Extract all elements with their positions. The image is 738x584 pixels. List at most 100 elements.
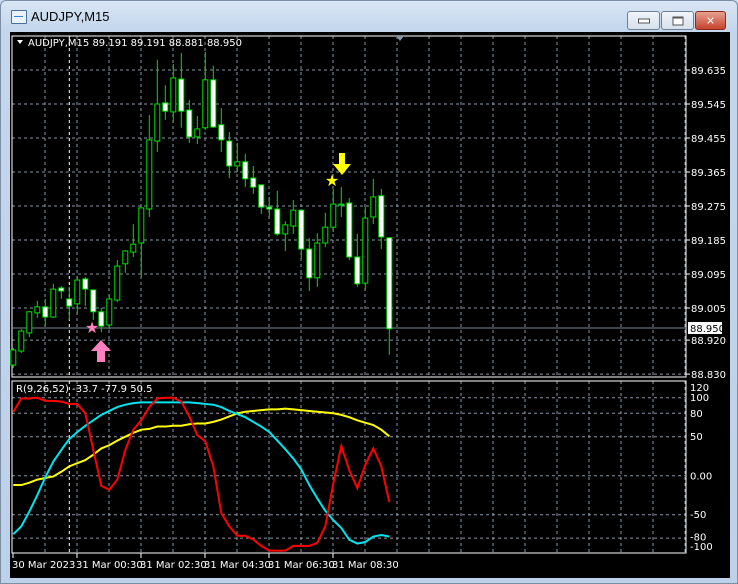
bear-candle bbox=[242, 153, 249, 188]
bear-candle bbox=[386, 237, 393, 355]
candle-body bbox=[114, 265, 121, 301]
candle-body bbox=[42, 306, 49, 318]
indicator-axis-label: 0.00 bbox=[690, 472, 712, 483]
bull-candle bbox=[26, 311, 33, 338]
sell-star-icon: ★ bbox=[325, 171, 339, 190]
indicator-axis-label: 50 bbox=[690, 432, 703, 443]
candle-body bbox=[218, 124, 225, 141]
bear-candle bbox=[90, 289, 97, 321]
bull-candle bbox=[202, 51, 209, 131]
bull-candle bbox=[130, 224, 137, 257]
buy-star-icon: ★ bbox=[85, 318, 99, 337]
bull-candle bbox=[50, 283, 57, 318]
candle-body bbox=[250, 177, 257, 188]
bull-candle bbox=[234, 142, 241, 172]
price-axis-label: 89.365 bbox=[691, 168, 726, 179]
candle-body bbox=[282, 224, 289, 235]
bear-candle bbox=[298, 209, 305, 259]
time-axis-label: 31 Mar 00:30 bbox=[76, 560, 143, 571]
price-axis-label: 89.455 bbox=[691, 134, 726, 145]
bear-candle bbox=[346, 198, 353, 261]
candle-body bbox=[274, 208, 281, 235]
candle-body bbox=[306, 248, 313, 279]
candle-body bbox=[34, 306, 41, 314]
bear-candle bbox=[58, 286, 65, 299]
bear-candle bbox=[42, 298, 49, 327]
candle-body bbox=[98, 311, 105, 327]
candle-body bbox=[226, 140, 233, 167]
bear-candle bbox=[162, 85, 169, 120]
candle-body bbox=[354, 256, 361, 285]
price-axis-label: 88.830 bbox=[691, 370, 726, 381]
bear-candle bbox=[218, 108, 225, 152]
symbol-dropdown-icon[interactable] bbox=[17, 40, 23, 44]
grid bbox=[12, 36, 686, 553]
candle-body bbox=[74, 279, 81, 305]
bull-candle bbox=[34, 300, 41, 318]
candle-body bbox=[50, 288, 57, 318]
candle-body bbox=[26, 311, 33, 334]
candle-body bbox=[242, 161, 249, 180]
candle-body bbox=[346, 202, 353, 258]
bear-candle bbox=[98, 308, 105, 333]
bull-candle bbox=[106, 294, 113, 330]
candle-body bbox=[338, 203, 345, 206]
bear-candle bbox=[178, 53, 185, 128]
candle-body bbox=[322, 226, 329, 244]
candle-body bbox=[362, 217, 369, 284]
time-axis-label: 31 Mar 02:30 bbox=[140, 560, 207, 571]
candle-body bbox=[90, 289, 97, 313]
candle-body bbox=[82, 278, 89, 290]
indicator-header: R(9,26,52) -33.7 -77.9 50.5 bbox=[16, 384, 152, 395]
bull-candle bbox=[370, 178, 377, 225]
time-axis-label: 31 Mar 08:30 bbox=[332, 560, 399, 571]
candle-body bbox=[138, 207, 145, 244]
candle-body bbox=[386, 237, 393, 330]
bull-candle bbox=[18, 329, 25, 353]
candle-body bbox=[186, 109, 193, 138]
bear-candle bbox=[210, 65, 217, 128]
candle-body bbox=[266, 206, 273, 210]
bull-candle bbox=[170, 63, 177, 123]
price-axis-label: 88.920 bbox=[691, 336, 726, 347]
bear-candle bbox=[306, 238, 313, 291]
bull-candle bbox=[194, 116, 201, 145]
bull-candle bbox=[282, 221, 289, 251]
bear-candle bbox=[274, 190, 281, 236]
bear-candle bbox=[354, 233, 361, 287]
price-chart[interactable]: ★ ★ AUDJPY,M15 89.191 89.191 88.881 88.9… bbox=[0, 0, 738, 584]
bear-candle bbox=[250, 165, 257, 194]
price-axis-label: 89.275 bbox=[691, 202, 726, 213]
candle-body bbox=[146, 139, 153, 210]
bull-candle bbox=[290, 199, 297, 234]
bull-candle bbox=[146, 114, 153, 217]
candle-body bbox=[202, 79, 209, 129]
candle-body bbox=[122, 250, 129, 265]
bear-candle bbox=[186, 99, 193, 143]
bull-candle bbox=[114, 260, 121, 302]
candle-body bbox=[370, 196, 377, 218]
time-axis[interactable]: 30 Mar 2023 31 Mar 00:3031 Mar 02:30 31 Ma… bbox=[12, 553, 399, 571]
bear-candle bbox=[266, 196, 273, 217]
bull-candle bbox=[154, 59, 161, 152]
candle-body bbox=[10, 349, 17, 366]
bull-candle bbox=[314, 233, 321, 287]
bull-candle bbox=[10, 348, 17, 369]
bull-candle bbox=[330, 189, 337, 233]
indicator-axis-label: -50 bbox=[690, 510, 706, 521]
bull-candle bbox=[322, 212, 329, 248]
candle-body bbox=[330, 203, 337, 228]
candle-body bbox=[194, 128, 201, 138]
candle-body bbox=[298, 209, 305, 250]
chart-header: AUDJPY,M15 89.191 89.191 88.881 88.950 bbox=[28, 38, 242, 49]
bear-candle bbox=[226, 131, 233, 179]
price-axis-label: 89.635 bbox=[691, 66, 726, 77]
buy-arrow-icon bbox=[91, 340, 111, 362]
candle-body bbox=[170, 77, 177, 113]
bull-candle bbox=[362, 207, 369, 290]
bear-candle bbox=[66, 286, 73, 321]
bear-candle bbox=[338, 187, 345, 217]
price-axis-label: 89.185 bbox=[691, 236, 726, 247]
time-axis-label: 30 Mar 2023 bbox=[12, 560, 75, 571]
bear-candle bbox=[82, 277, 89, 307]
